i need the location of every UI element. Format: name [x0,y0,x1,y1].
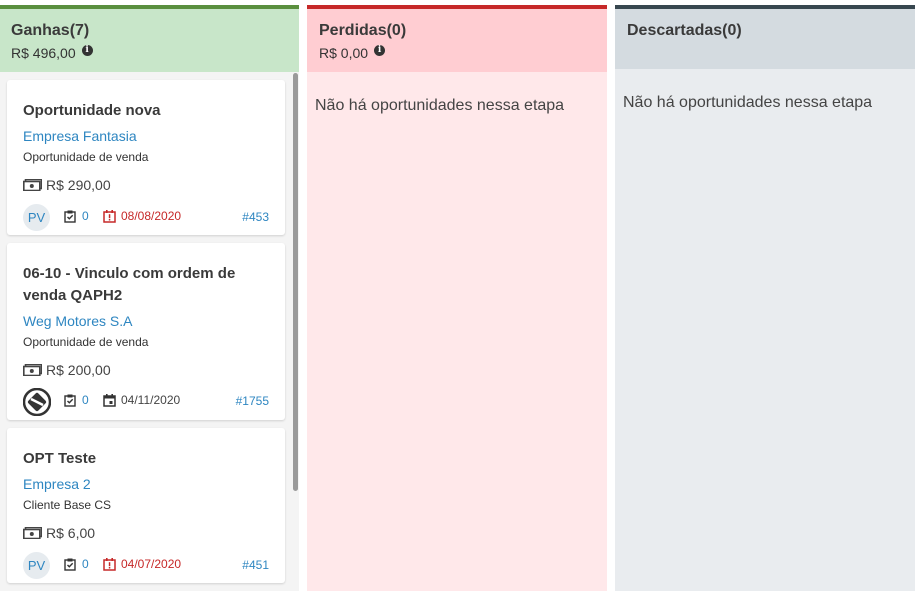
card-value: R$ 200,00 [23,362,111,378]
calendar-alert-icon [103,209,116,223]
card-date: 04/11/2020 [103,393,180,407]
cash-icon [23,527,42,539]
card-company-link[interactable]: Weg Motores S.A [23,313,132,329]
tasks-count: 0 [82,557,89,571]
tasks-count: 0 [82,209,89,223]
card-title[interactable]: OPT Teste [23,448,273,470]
card-value-text: R$ 290,00 [46,177,111,193]
empty-message: Não há oportunidades nessa etapa [315,97,565,114]
card-type: Oportunidade de venda [23,150,149,164]
card-id-link[interactable]: #453 [242,210,269,224]
card-company-link[interactable]: Empresa 2 [23,476,91,492]
cash-icon [23,179,42,191]
calendar-icon [103,393,116,407]
column-header-descartadas: Descartadas(0) [615,5,915,69]
column-descartadas: Descartadas(0) Não há oportunidades ness… [615,5,915,591]
info-icon[interactable]: i [81,44,93,56]
tasks-counter[interactable]: 0 [64,393,89,407]
card-value-text: R$ 6,00 [46,525,96,541]
column-title: Ganhas(7) [11,22,90,39]
opportunity-card[interactable]: Oportunidade nova Empresa Fantasia Oport… [7,80,285,235]
avatar[interactable]: PV [23,552,50,579]
column-total-value: R$ 496,00 [11,45,76,61]
opportunity-card[interactable]: 06-10 - Vinculo com ordem de venda QAPH2… [7,243,285,420]
column-total: R$ 496,00 i [11,44,93,61]
tasks-count: 0 [82,393,89,407]
card-title[interactable]: Oportunidade nova [23,100,273,122]
column-ganhas: Ganhas(7) R$ 496,00 i Oportunidade nova … [0,5,299,591]
card-id-link[interactable]: #451 [242,558,269,572]
column-total: R$ 0,00 i [319,44,386,61]
scrollbar[interactable] [293,73,298,491]
card-id-link[interactable]: #1755 [236,394,269,408]
info-icon[interactable]: i [374,44,386,56]
cash-icon [23,364,42,376]
calendar-alert-icon [103,557,116,571]
column-header-perdidas: Perdidas(0) R$ 0,00 i [307,5,607,72]
tasks-counter[interactable]: 0 [64,209,89,223]
card-date: 08/08/2020 [103,209,181,223]
card-date-text: 04/07/2020 [121,557,182,571]
card-date: 04/07/2020 [103,557,181,571]
checklist-icon [64,394,76,407]
avatar[interactable]: PV [23,204,50,231]
card-date-text: 04/11/2020 [121,393,181,407]
checklist-icon [64,210,76,223]
empty-message: Não há oportunidades nessa etapa [623,94,873,111]
column-header-ganhas: Ganhas(7) R$ 496,00 i [0,5,299,72]
column-title: Perdidas(0) [319,22,407,39]
column-perdidas: Perdidas(0) R$ 0,00 i Não há oportunidad… [307,5,607,591]
company-logo-avatar[interactable] [23,388,51,416]
checklist-icon [64,558,76,571]
card-value: R$ 6,00 [23,525,95,541]
card-footer: PV 0 04/07/2020 #451 [23,552,269,579]
tasks-counter[interactable]: 0 [64,557,89,571]
card-value-text: R$ 200,00 [46,362,111,378]
card-date-text: 08/08/2020 [121,209,182,223]
card-footer: PV 0 08/08/2020 #453 [23,204,269,231]
card-title[interactable]: 06-10 - Vinculo com ordem de venda QAPH2 [23,263,273,307]
card-type: Cliente Base CS [23,498,112,512]
card-value: R$ 290,00 [23,177,111,193]
card-company-link[interactable]: Empresa Fantasia [23,128,137,144]
card-footer: 0 04/11/2020 #1755 [23,388,269,416]
column-total-value: R$ 0,00 [319,45,369,61]
opportunity-card[interactable]: OPT Teste Empresa 2 Cliente Base CS R$ 6… [7,428,285,583]
column-title: Descartadas(0) [627,22,742,39]
card-type: Oportunidade de venda [23,335,149,349]
